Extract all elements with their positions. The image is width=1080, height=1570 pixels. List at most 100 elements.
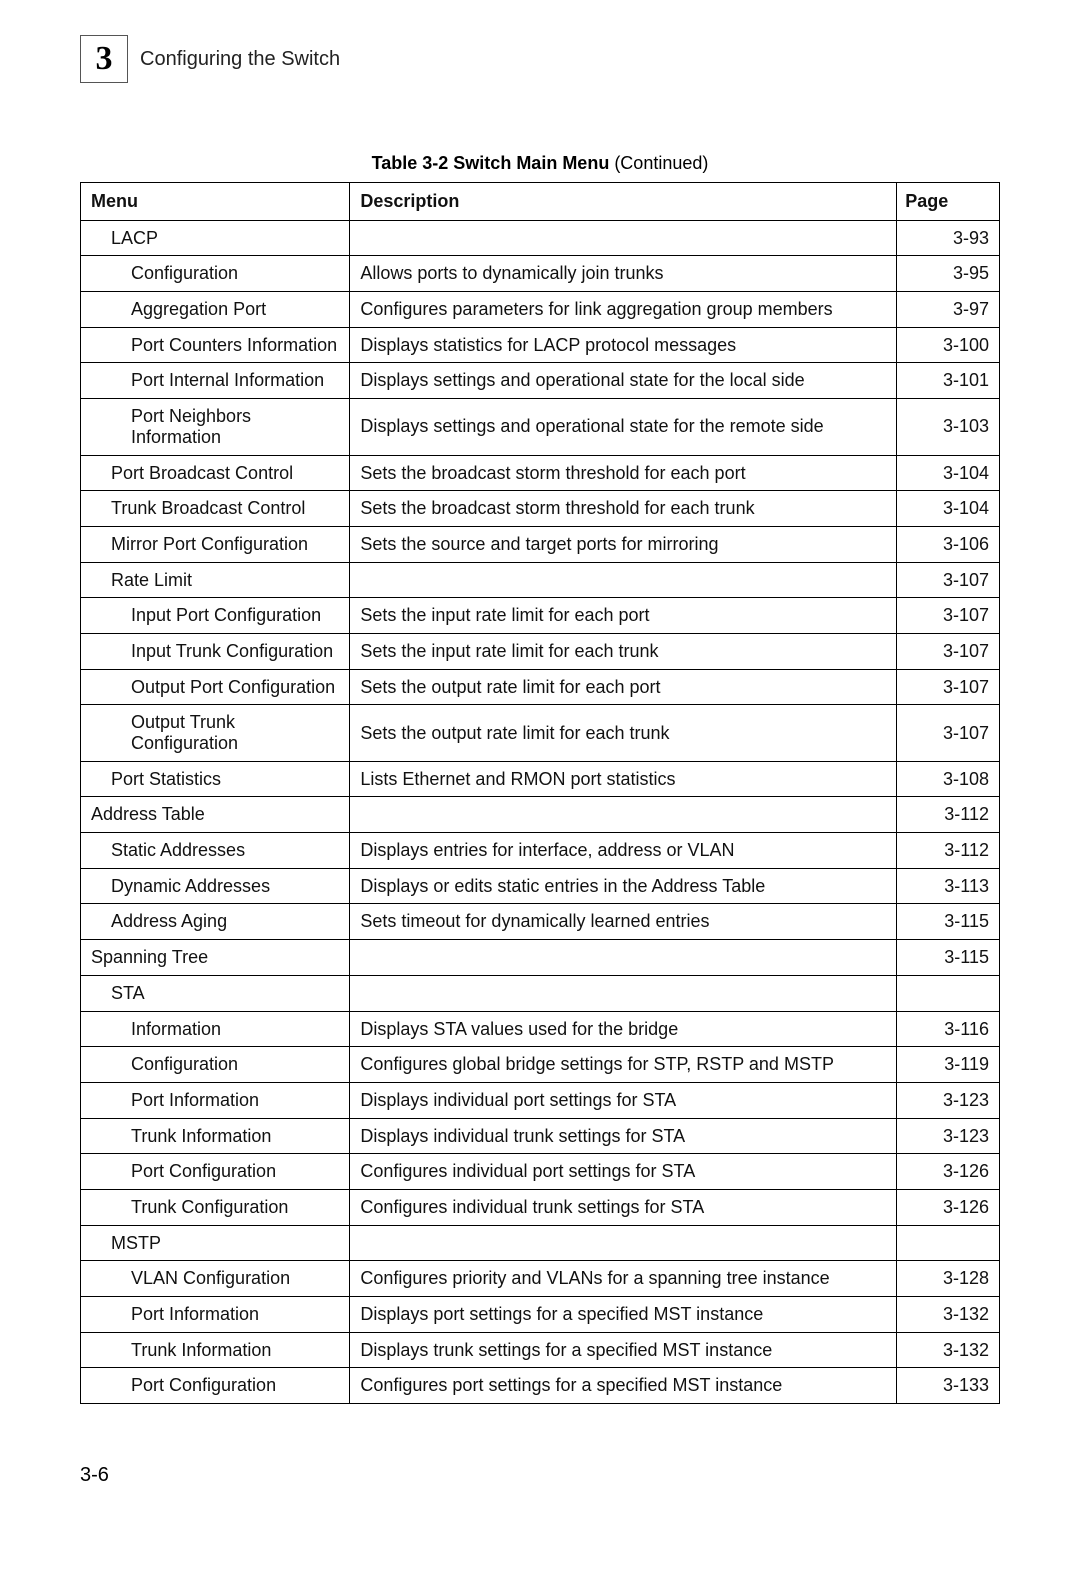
description-cell: Configures port settings for a specified… <box>350 1368 897 1404</box>
description-cell: Sets the input rate limit for each trunk <box>350 633 897 669</box>
table-row: Port Internal InformationDisplays settin… <box>81 363 1000 399</box>
description-cell: Displays or edits static entries in the … <box>350 868 897 904</box>
menu-cell: Port Broadcast Control <box>81 455 350 491</box>
col-header-description: Description <box>350 183 897 221</box>
page-cell: 3-119 <box>897 1047 1000 1083</box>
menu-label: Address Aging <box>81 911 227 932</box>
menu-cell: Port Information <box>81 1297 350 1333</box>
description-cell: Displays STA values used for the bridge <box>350 1011 897 1047</box>
table-row: VLAN ConfigurationConfigures priority an… <box>81 1261 1000 1297</box>
menu-label: Output Trunk Configuration <box>81 712 343 753</box>
page-cell: 3-123 <box>897 1118 1000 1154</box>
table-row: Output Port ConfigurationSets the output… <box>81 669 1000 705</box>
menu-label: Input Trunk Configuration <box>81 641 333 662</box>
menu-label: Spanning Tree <box>81 947 208 968</box>
description-cell: Configures global bridge settings for ST… <box>350 1047 897 1083</box>
description-cell: Allows ports to dynamically join trunks <box>350 256 897 292</box>
description-cell <box>350 940 897 976</box>
page-cell <box>897 1225 1000 1261</box>
menu-label: Output Port Configuration <box>81 677 335 698</box>
table-row: Dynamic AddressesDisplays or edits stati… <box>81 868 1000 904</box>
menu-cell: Port Internal Information <box>81 363 350 399</box>
description-cell <box>350 1225 897 1261</box>
table-row: Trunk InformationDisplays individual tru… <box>81 1118 1000 1154</box>
description-cell <box>350 220 897 256</box>
menu-label: Aggregation Port <box>81 299 266 320</box>
menu-cell: Output Trunk Configuration <box>81 705 350 761</box>
page-cell: 3-126 <box>897 1189 1000 1225</box>
chapter-number-box: 3 <box>80 35 128 83</box>
page-cell: 3-113 <box>897 868 1000 904</box>
page-cell: 3-95 <box>897 256 1000 292</box>
menu-label: LACP <box>81 228 158 249</box>
menu-cell: Static Addresses <box>81 833 350 869</box>
menu-label: Port Broadcast Control <box>81 463 293 484</box>
menu-cell: Mirror Port Configuration <box>81 526 350 562</box>
page-cell: 3-104 <box>897 491 1000 527</box>
page-cell: 3-126 <box>897 1154 1000 1190</box>
description-cell <box>350 562 897 598</box>
table-header-row: Menu Description Page <box>81 183 1000 221</box>
menu-cell: Port Neighbors Information <box>81 399 350 455</box>
table-row: Rate Limit3-107 <box>81 562 1000 598</box>
page-cell: 3-106 <box>897 526 1000 562</box>
menu-cell: Spanning Tree <box>81 940 350 976</box>
menu-label: Static Addresses <box>81 840 245 861</box>
menu-label: Port Configuration <box>81 1161 276 1182</box>
page-cell: 3-107 <box>897 705 1000 761</box>
table-row: Input Port Configuration Sets the input r… <box>81 598 1000 634</box>
description-cell: Displays settings and operational state … <box>350 363 897 399</box>
description-cell: Displays settings and operational state … <box>350 399 897 455</box>
menu-label: Port Neighbors Information <box>81 406 343 447</box>
menu-label: STA <box>81 983 145 1004</box>
description-cell: Sets the broadcast storm threshold for e… <box>350 455 897 491</box>
description-cell: Configures individual trunk settings for… <box>350 1189 897 1225</box>
page-cell: 3-107 <box>897 633 1000 669</box>
col-header-menu: Menu <box>81 183 350 221</box>
description-cell: Sets the source and target ports for mir… <box>350 526 897 562</box>
description-cell: Sets the input rate limit for each port <box>350 598 897 634</box>
table-row: Trunk Broadcast ControlSets the broadcas… <box>81 491 1000 527</box>
menu-cell: Trunk Broadcast Control <box>81 491 350 527</box>
table-row: Aggregation PortConfigures parameters fo… <box>81 292 1000 328</box>
table-row: Configuration Configures global bridge se… <box>81 1047 1000 1083</box>
menu-label: Configuration <box>81 1054 238 1075</box>
menu-label: VLAN Configuration <box>81 1268 290 1289</box>
table-row: Trunk ConfigurationConfigures individual… <box>81 1189 1000 1225</box>
description-cell: Sets the output rate limit for each trun… <box>350 705 897 761</box>
footer-page-number: 3-6 <box>80 1464 1000 1487</box>
table-caption: Table 3-2 Switch Main Menu (Continued) <box>80 153 1000 174</box>
page-cell: 3-115 <box>897 940 1000 976</box>
table-row: InformationDisplays STA values used for … <box>81 1011 1000 1047</box>
description-cell: Displays entries for interface, address … <box>350 833 897 869</box>
chapter-title: Configuring the Switch <box>140 48 340 71</box>
menu-cell: LACP <box>81 220 350 256</box>
chapter-number: 3 <box>96 40 113 78</box>
table-row: LACP3-93 <box>81 220 1000 256</box>
page-cell: 3-115 <box>897 904 1000 940</box>
table-row: Port ConfigurationConfigures individual … <box>81 1154 1000 1190</box>
menu-cell: Aggregation Port <box>81 292 350 328</box>
page-cell: 3-132 <box>897 1332 1000 1368</box>
page-header: 3 Configuring the Switch <box>80 35 1000 83</box>
menu-cell: Configuration <box>81 1047 350 1083</box>
page-cell: 3-107 <box>897 669 1000 705</box>
page-cell: 3-100 <box>897 327 1000 363</box>
menu-label: Port Information <box>81 1090 259 1111</box>
menu-cell: Trunk Information <box>81 1118 350 1154</box>
page-cell: 3-112 <box>897 797 1000 833</box>
menu-label: Port Statistics <box>81 769 221 790</box>
table-row: STA <box>81 975 1000 1011</box>
table-row: Port StatisticsLists Ethernet and RMON p… <box>81 761 1000 797</box>
table-row: Mirror Port Configuration Sets the source… <box>81 526 1000 562</box>
menu-label: Mirror Port Configuration <box>81 534 308 555</box>
menu-label: Input Port Configuration <box>81 605 321 626</box>
page-cell: 3-108 <box>897 761 1000 797</box>
page-cell: 3-107 <box>897 598 1000 634</box>
menu-label: Configuration <box>81 263 238 284</box>
table-row: Trunk InformationDisplays trunk settings… <box>81 1332 1000 1368</box>
page-cell <box>897 975 1000 1011</box>
menu-cell: Dynamic Addresses <box>81 868 350 904</box>
table-caption-tail: (Continued) <box>609 153 708 173</box>
menu-cell: Address Aging <box>81 904 350 940</box>
